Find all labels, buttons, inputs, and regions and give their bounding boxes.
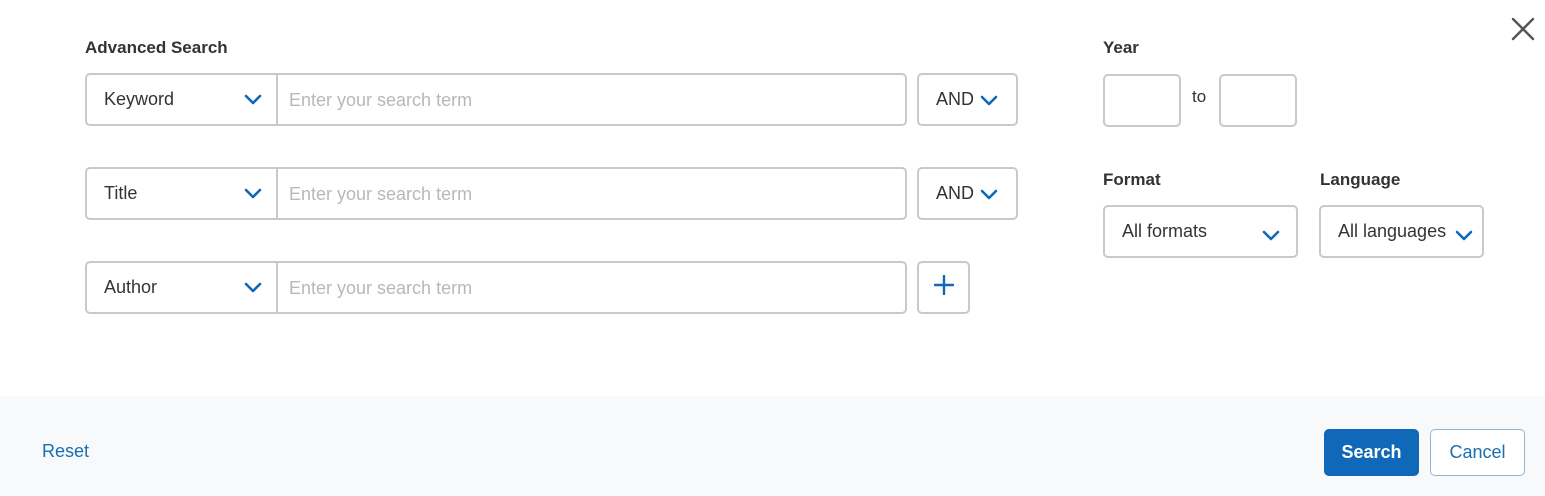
- search-term-input-author[interactable]: [278, 263, 905, 314]
- format-selected: All formats: [1122, 221, 1208, 241]
- field-select-keyword[interactable]: Keyword: [87, 75, 278, 124]
- chevron-down-icon: [980, 189, 998, 201]
- format-select[interactable]: All formats: [1103, 205, 1298, 258]
- format-label: Format: [1103, 170, 1161, 189]
- search-button[interactable]: Search: [1324, 429, 1419, 476]
- field-select-label: Title: [104, 183, 138, 203]
- search-term-input-title[interactable]: [278, 169, 905, 220]
- search-row-author: Author: [85, 261, 907, 314]
- field-select-title[interactable]: Title: [87, 169, 278, 218]
- dialog-title: Advanced Search: [85, 38, 228, 57]
- language-label: Language: [1320, 170, 1401, 189]
- operator-select-1[interactable]: AND: [917, 73, 1018, 126]
- dialog-footer: [0, 396, 1545, 496]
- operator-select-2[interactable]: AND: [917, 167, 1018, 220]
- year-from-input[interactable]: [1103, 74, 1181, 127]
- chevron-down-icon: [1455, 226, 1473, 247]
- year-to-label: to: [1192, 87, 1207, 106]
- field-select-label: Author: [104, 277, 158, 297]
- close-icon[interactable]: [1510, 16, 1536, 42]
- chevron-down-icon: [980, 95, 998, 107]
- chevron-down-icon: [244, 188, 262, 200]
- search-row-title: Title: [85, 167, 907, 220]
- plus-icon: [933, 274, 954, 300]
- language-selected: All languages: [1338, 221, 1447, 241]
- search-term-input-keyword[interactable]: [278, 75, 905, 126]
- search-row-keyword: Keyword: [85, 73, 907, 126]
- chevron-down-icon: [244, 282, 262, 294]
- field-select-author[interactable]: Author: [87, 263, 278, 312]
- year-to-input[interactable]: [1219, 74, 1297, 127]
- operator-label: AND: [936, 89, 975, 109]
- language-select[interactable]: All languages: [1319, 205, 1484, 258]
- year-label: Year: [1103, 38, 1139, 57]
- field-select-label: Keyword: [104, 89, 175, 109]
- reset-link[interactable]: Reset: [42, 441, 89, 462]
- add-row-button[interactable]: [917, 261, 970, 314]
- chevron-down-icon: [1262, 226, 1280, 247]
- operator-label: AND: [936, 183, 975, 203]
- cancel-button[interactable]: Cancel: [1430, 429, 1525, 476]
- chevron-down-icon: [244, 94, 262, 106]
